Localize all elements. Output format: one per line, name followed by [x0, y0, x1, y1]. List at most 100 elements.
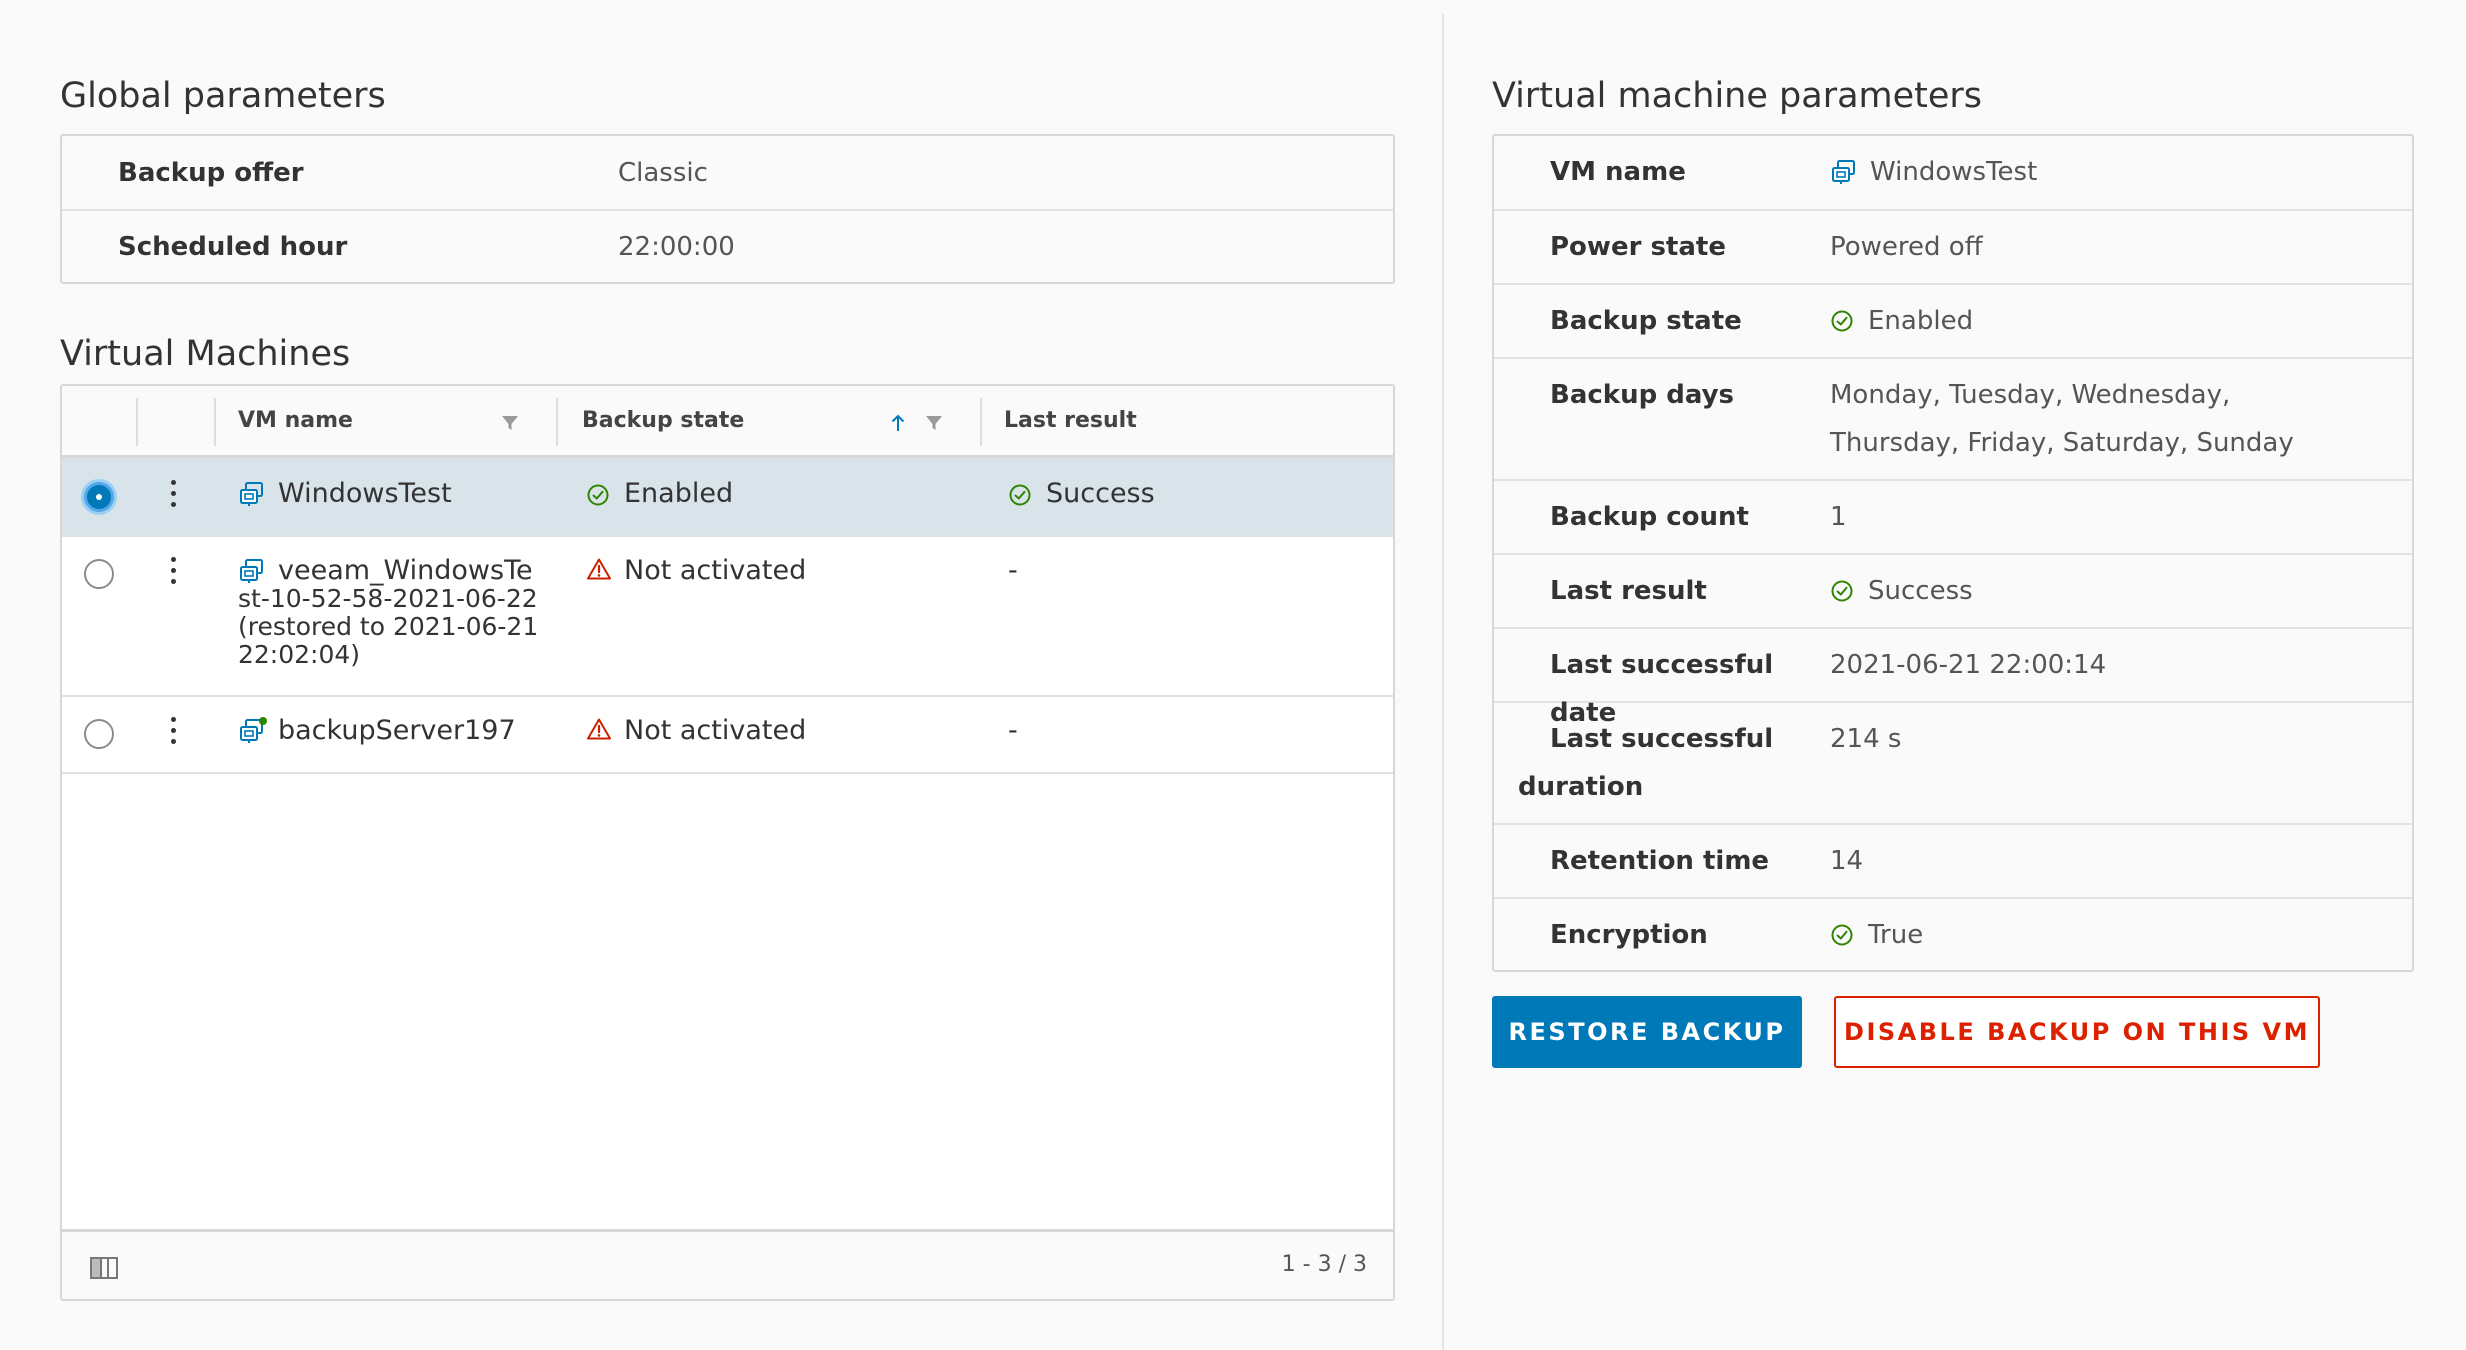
param-label: VM name	[1550, 157, 1686, 187]
param-value: True	[1830, 911, 2370, 956]
param-label: Last successful date	[1550, 650, 1774, 728]
vm-name: WindowsTest	[278, 478, 452, 509]
param-value: 1	[1830, 502, 1847, 532]
last-result: -	[1008, 715, 1018, 746]
param-label: Backup days	[1550, 380, 1735, 410]
sort-ascending-icon[interactable]	[888, 413, 908, 433]
table-row[interactable]: backupServer197 Not activated -	[62, 697, 1393, 774]
last-result: -	[1008, 555, 1018, 586]
last-result-cell: -	[1008, 717, 1018, 745]
kebab-menu-icon[interactable]	[170, 480, 176, 510]
row-select-radio[interactable]	[84, 482, 114, 512]
vm-icon	[238, 480, 266, 508]
disable-backup-button[interactable]: DISABLE BACKUP ON THIS VM	[1834, 996, 2320, 1068]
virtual-machines-title: Virtual Machines	[60, 334, 351, 374]
filter-icon[interactable]	[500, 413, 520, 433]
param-value-text: Enabled	[1868, 306, 1974, 336]
vm-param-row-power-state: Power state Powered off	[1494, 209, 2412, 283]
success-check-icon	[1830, 309, 1854, 333]
datagrid-header: VM name Backup state Last result	[62, 386, 1393, 458]
param-value: Powered off	[1830, 232, 1983, 262]
vm-param-row-backup-days: Backup days Monday, Tuesday, Wednesday, …	[1494, 357, 2412, 479]
param-value: Monday, Tuesday, Wednesday, Thursday, Fr…	[1830, 380, 2294, 458]
param-label: Backup state	[1550, 306, 1742, 336]
vm-param-row-encryption: Encryption True	[1494, 897, 2412, 970]
success-check-icon	[1830, 923, 1854, 947]
vm-name-line: 22:02:04)	[238, 640, 361, 669]
vm-param-row-last-result: Last result Success	[1494, 553, 2412, 627]
vm-name-line: (restored to 2021-06-21	[238, 612, 539, 641]
global-value: 22:00:00	[618, 231, 735, 262]
param-value-text: True	[1868, 920, 1924, 950]
kebab-menu-icon[interactable]	[170, 557, 176, 587]
global-label: Backup offer	[118, 157, 304, 188]
table-row[interactable]: WindowsTest Enabled Success	[62, 458, 1393, 537]
vm-name-cell: veeam_WindowsTe	[238, 557, 533, 585]
last-result-cell: Success	[1008, 480, 1155, 508]
param-value-text: WindowsTest	[1870, 157, 2038, 187]
panel-divider	[1442, 14, 1444, 1350]
success-check-icon	[586, 483, 610, 507]
backup-state: Not activated	[624, 555, 807, 586]
column-separator	[980, 398, 982, 446]
filter-icon[interactable]	[924, 413, 944, 433]
vm-name: backupServer197	[278, 715, 516, 746]
pagination-text: 1 - 3 / 3	[1281, 1252, 1367, 1277]
column-separator	[556, 398, 558, 446]
row-select-radio[interactable]	[84, 719, 114, 749]
global-value: Classic	[618, 157, 708, 188]
vm-parameters-title: Virtual machine parameters	[1492, 76, 1983, 116]
vm-parameters-table: VM name WindowsTest Power state Powered …	[1492, 134, 2414, 972]
param-value: Enabled	[1830, 297, 2370, 343]
vm-name-cell: backupServer197	[238, 717, 516, 745]
column-header-last-result[interactable]: Last result	[1004, 386, 1137, 455]
global-row-scheduled-hour: Scheduled hour 22:00:00	[62, 209, 1393, 282]
param-value: 2021-06-21 22:00:14	[1830, 650, 2107, 680]
backup-state-cell: Enabled	[586, 480, 733, 508]
backup-state-cell: Not activated	[586, 717, 806, 745]
column-separator	[214, 398, 216, 446]
vm-icon	[238, 557, 266, 585]
warning-triangle-icon	[586, 717, 612, 741]
column-header-backup-state[interactable]: Backup state	[582, 386, 744, 455]
success-check-icon	[1830, 579, 1854, 603]
last-result: Success	[1046, 478, 1155, 509]
vm-param-row-last-successful-duration: Last successful duration 214 s	[1494, 701, 2412, 823]
param-value: 14	[1830, 846, 1864, 876]
vm-name-cell: WindowsTest	[238, 480, 452, 508]
row-select-radio[interactable]	[84, 559, 114, 589]
param-label: Backup count	[1550, 502, 1749, 532]
column-header-vm-name[interactable]: VM name	[238, 386, 353, 455]
param-label: Last successful duration	[1518, 724, 1774, 802]
param-label: Encryption	[1550, 920, 1708, 950]
global-parameters-table: Backup offer Classic Scheduled hour 22:0…	[60, 134, 1395, 284]
backup-state: Enabled	[624, 478, 734, 509]
vm-param-row-last-successful-date: Last successful date 2021-06-21 22:00:14	[1494, 627, 2412, 728]
kebab-menu-icon[interactable]	[170, 717, 176, 747]
column-toggle-icon[interactable]	[90, 1257, 118, 1279]
datagrid-footer: 1 - 3 / 3	[62, 1229, 1393, 1299]
vm-name-line: st-10-52-58-2021-06-22	[238, 584, 538, 613]
vm-param-row-backup-count: Backup count 1	[1494, 479, 2412, 553]
backup-state-cell: Not activated	[586, 557, 806, 585]
restore-backup-button[interactable]: RESTORE BACKUP	[1492, 996, 1802, 1068]
warning-triangle-icon	[586, 557, 612, 581]
param-value-text: Success	[1868, 576, 1973, 606]
table-row[interactable]: veeam_WindowsTe st-10-52-58-2021-06-22 (…	[62, 537, 1393, 697]
param-value: Success	[1830, 567, 2370, 613]
power-on-dot-icon	[259, 717, 267, 725]
vm-datagrid: VM name Backup state Last result Windows…	[60, 384, 1395, 1301]
vm-param-row-backup-state: Backup state Enabled	[1494, 283, 2412, 357]
vm-icon	[1830, 158, 1858, 186]
vm-param-row-retention-time: Retention time 14	[1494, 823, 2412, 897]
vm-name-continued: st-10-52-58-2021-06-22 (restored to 2021…	[238, 585, 538, 669]
param-value: WindowsTest	[1830, 148, 2370, 195]
column-header-label: VM name	[238, 408, 353, 433]
global-label: Scheduled hour	[118, 231, 348, 262]
column-separator	[136, 398, 138, 446]
param-label: Last result	[1550, 576, 1707, 606]
param-value: 214 s	[1830, 724, 1902, 754]
column-header-label: Last result	[1004, 408, 1137, 433]
param-label: Power state	[1550, 232, 1726, 262]
backup-state: Not activated	[624, 715, 807, 746]
